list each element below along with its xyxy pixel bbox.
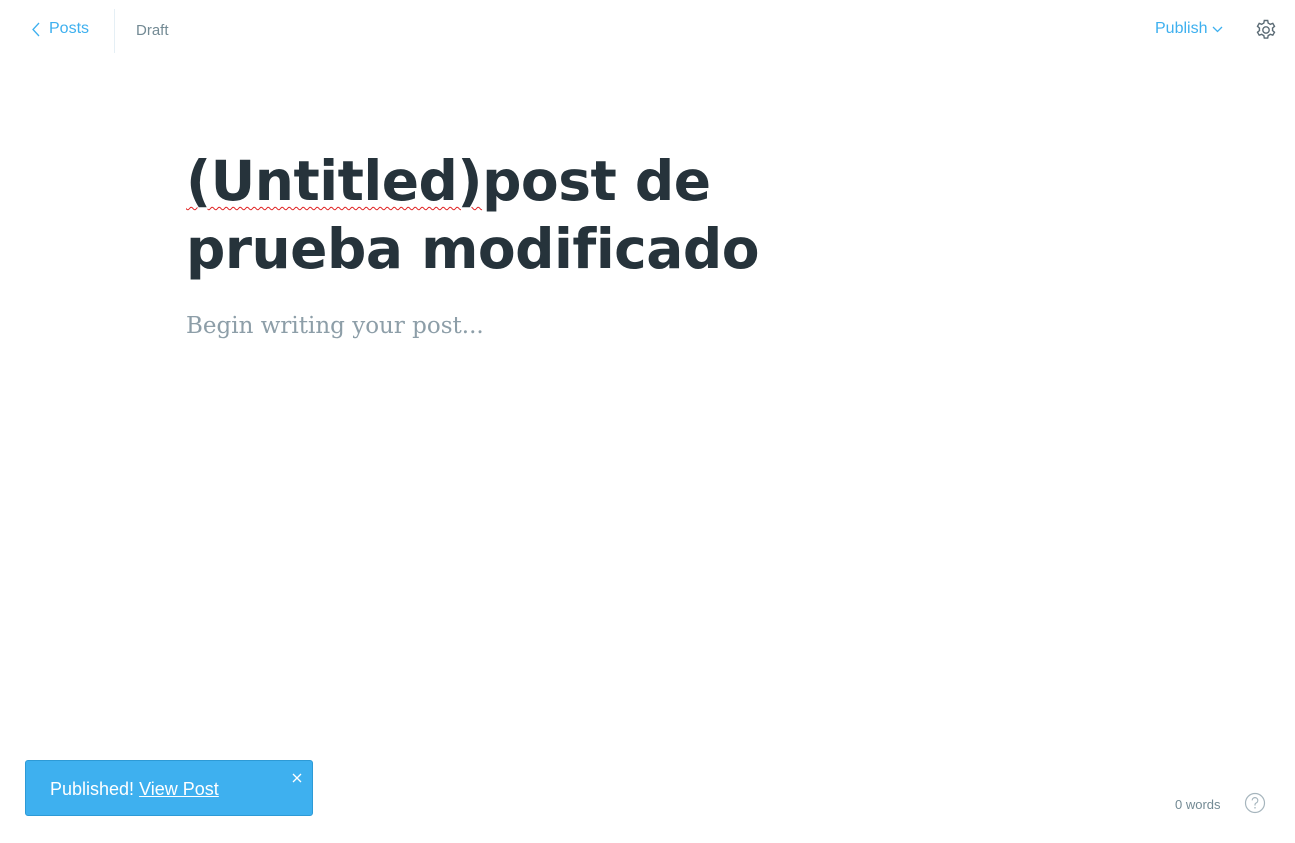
gear-icon: [1256, 19, 1276, 39]
published-notification: Published! View Post: [25, 760, 313, 816]
back-link-label: Posts: [49, 20, 90, 37]
close-notification-button[interactable]: [291, 768, 303, 783]
publish-label: Publish: [1155, 20, 1208, 37]
notification-text: Published! View Post: [50, 779, 219, 800]
publish-menu-button[interactable]: Publish: [1155, 20, 1223, 38]
post-title-input[interactable]: (Untitled)post de prueba modificado: [186, 147, 886, 283]
editor-header: Posts Draft Publish: [0, 0, 1295, 62]
chevron-left-icon: [32, 22, 40, 36]
help-icon: [1244, 792, 1266, 814]
editor-page: Posts Draft Publish (Untitled)post de pr…: [0, 0, 1295, 843]
misspelled-word: (Untitled): [186, 149, 483, 213]
word-count: 0 words: [1175, 797, 1221, 812]
post-editor: (Untitled)post de prueba modificado Begi…: [186, 147, 946, 339]
chevron-down-icon: [1213, 26, 1223, 32]
post-body-input[interactable]: Begin writing your post...: [186, 313, 946, 339]
header-divider: [114, 9, 115, 53]
help-button[interactable]: [1244, 792, 1266, 814]
settings-button[interactable]: [1254, 18, 1278, 42]
close-icon: [292, 773, 302, 783]
notification-message: Published!: [50, 779, 135, 799]
back-to-posts-link[interactable]: Posts: [32, 20, 89, 38]
view-post-link[interactable]: View Post: [139, 779, 219, 799]
post-status: Draft: [136, 22, 169, 39]
